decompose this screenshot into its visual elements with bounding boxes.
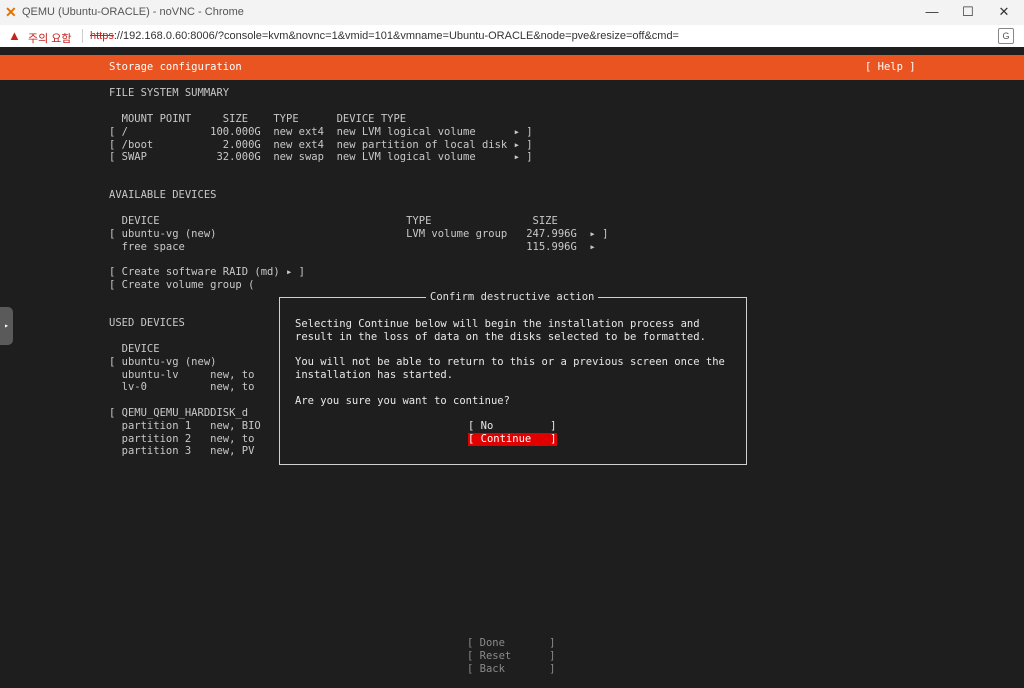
fs-row-boot[interactable]: [ /boot 2.000G new ext4 new partition of… [109, 139, 533, 152]
no-button[interactable]: [ No ] [468, 420, 557, 433]
available-row-free-space[interactable]: free space 115.996G ▸ [109, 241, 596, 254]
available-row-ubuntu-vg[interactable]: [ ubuntu-vg (new) LVM volume group 247.9… [109, 228, 608, 241]
available-columns: DEVICE TYPE SIZE [109, 215, 558, 227]
proxmox-logo-icon: ✕ [5, 4, 17, 20]
dialog-message-line: installation has started. [295, 369, 454, 382]
used-row[interactable]: partition 1 new, BIO [109, 420, 261, 433]
used-row[interactable]: partition 2 new, to [109, 433, 255, 446]
dialog-question: Are you sure you want to continue? [295, 394, 510, 407]
dialog-message-line: result in the loss of data on the disks … [295, 330, 706, 343]
available-devices-heading: AVAILABLE DEVICES [109, 189, 217, 201]
minimize-button[interactable]: — [914, 2, 950, 22]
help-button[interactable]: [ Help ] [865, 61, 916, 74]
fs-summary-heading: FILE SYSTEM SUMMARY [109, 87, 230, 99]
create-vg-button[interactable]: [ Create volume group ( [109, 279, 254, 292]
confirm-dialog: Confirm destructive action Selecting Con… [279, 290, 747, 465]
used-row[interactable]: [ ubuntu-vg (new) [109, 356, 216, 369]
done-button[interactable]: [ Done ] [467, 637, 556, 650]
used-row[interactable]: [ QEMU_QEMU_HARDDISK_d [109, 407, 248, 420]
window-title: QEMU (Ubuntu-ORACLE) - noVNC - Chrome [22, 6, 244, 18]
installer-header: Storage configuration [ Help ] [0, 55, 1024, 80]
create-raid-button[interactable]: [ Create software RAID (md) ▸ ] [109, 266, 305, 279]
translate-icon[interactable]: G [998, 28, 1014, 44]
used-row[interactable]: ubuntu-lv new, to [109, 369, 255, 382]
divider [82, 29, 83, 43]
reset-button[interactable]: [ Reset ] [467, 650, 556, 663]
url-text[interactable]: https://192.168.0.60:8006/?console=kvm&n… [90, 30, 679, 42]
close-button[interactable]: ✕ [986, 2, 1022, 22]
used-row: DEVICE [109, 343, 160, 355]
used-devices-heading: USED DEVICES [109, 317, 185, 329]
page-title: Storage configuration [109, 61, 242, 73]
dialog-message-line: Selecting Continue below will begin the … [295, 318, 700, 330]
vnc-screen[interactable]: Storage configuration [ Help ] ▸ FILE SY… [0, 47, 1024, 688]
dialog-message-line: You will not be able to return to this o… [295, 356, 725, 369]
address-bar[interactable]: ▲ 주의 요함 https://192.168.0.60:8006/?conso… [0, 25, 1024, 48]
security-warning[interactable]: 주의 요함 [28, 30, 72, 46]
url-protocol: https [90, 30, 114, 42]
back-button[interactable]: [ Back ] [467, 663, 556, 676]
novnc-sidebar-handle[interactable]: ▸ [0, 307, 13, 345]
fs-row-root[interactable]: [ / 100.000G new ext4 new LVM logical vo… [109, 126, 533, 139]
used-row[interactable]: partition 3 new, PV [109, 445, 255, 458]
dialog-title: Confirm destructive action [426, 290, 599, 304]
used-row[interactable]: lv-0 new, to [109, 381, 255, 394]
window-titlebar: ✕ QEMU (Ubuntu-ORACLE) - noVNC - Chrome … [0, 0, 1024, 25]
fs-summary-columns: MOUNT POINT SIZE TYPE DEVICE TYPE [109, 113, 407, 125]
maximize-button[interactable]: ☐ [950, 2, 986, 22]
warning-icon[interactable]: ▲ [8, 28, 21, 43]
fs-row-swap[interactable]: [ SWAP 32.000G new swap new LVM logical … [109, 151, 533, 164]
continue-button[interactable]: [ Continue ] [468, 433, 557, 446]
url-rest: ://192.168.0.60:8006/?console=kvm&novnc=… [113, 30, 679, 42]
